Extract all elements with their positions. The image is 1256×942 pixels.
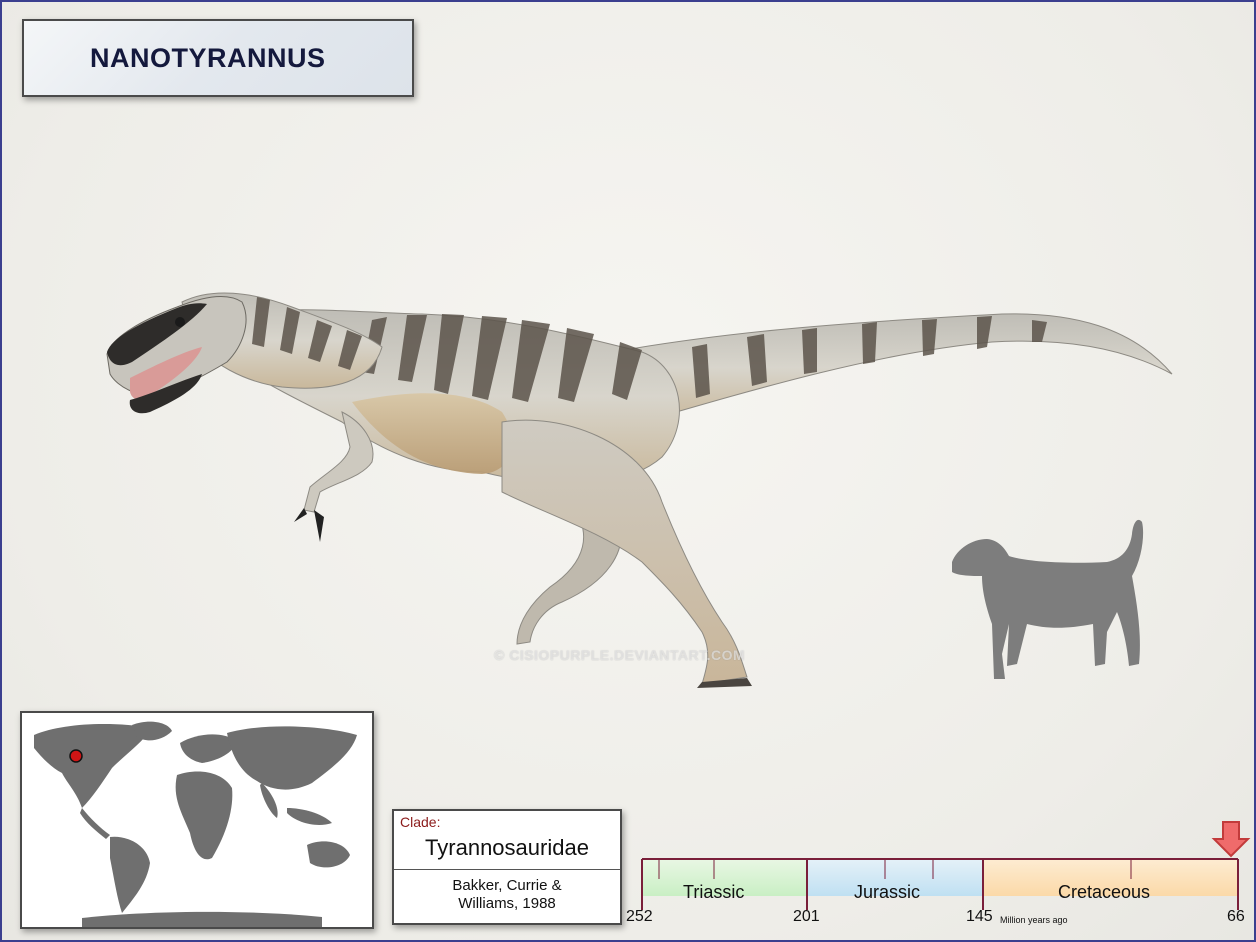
world-map [20,711,374,929]
clade-name: Tyrannosauridae [425,835,589,860]
tick-label-252: 252 [626,908,653,925]
tick-label-201: 201 [793,908,820,925]
world-map-graphic [34,721,357,927]
tick-label-145: 145 [966,908,993,925]
watermark: © CISIOPURPLE.DEVIANTART.COM [494,647,746,663]
tick-label-66: 66 [1227,908,1245,925]
clade-author: Bakker, Currie & Williams, 1988 [394,877,620,913]
clade-author-line1: Bakker, Currie & [452,877,562,894]
clade-label: Clade: [400,814,441,830]
arrow-down-icon [1211,821,1251,858]
clade-box: Clade: Tyrannosauridae Bakker, Currie & … [392,809,622,925]
clade-divider [394,869,620,870]
period-label-jurassic: Jurassic [854,882,921,902]
locality-marker-icon [69,749,83,763]
dog-silhouette-icon [952,519,1144,679]
unit-label: Million years ago [1000,915,1068,925]
clade-author-line2: Williams, 1988 [458,895,556,912]
period-label-cretaceous: Cretaceous [1058,882,1151,902]
figure-frame: NANOTYRANNUS © CISIOPURPLE.DEVIANTART.CO… [0,0,1256,942]
period-label-triassic: Triassic [683,882,745,902]
geologic-timeline: Triassic Jurassic Cretaceous 252 201 145… [622,814,1254,934]
